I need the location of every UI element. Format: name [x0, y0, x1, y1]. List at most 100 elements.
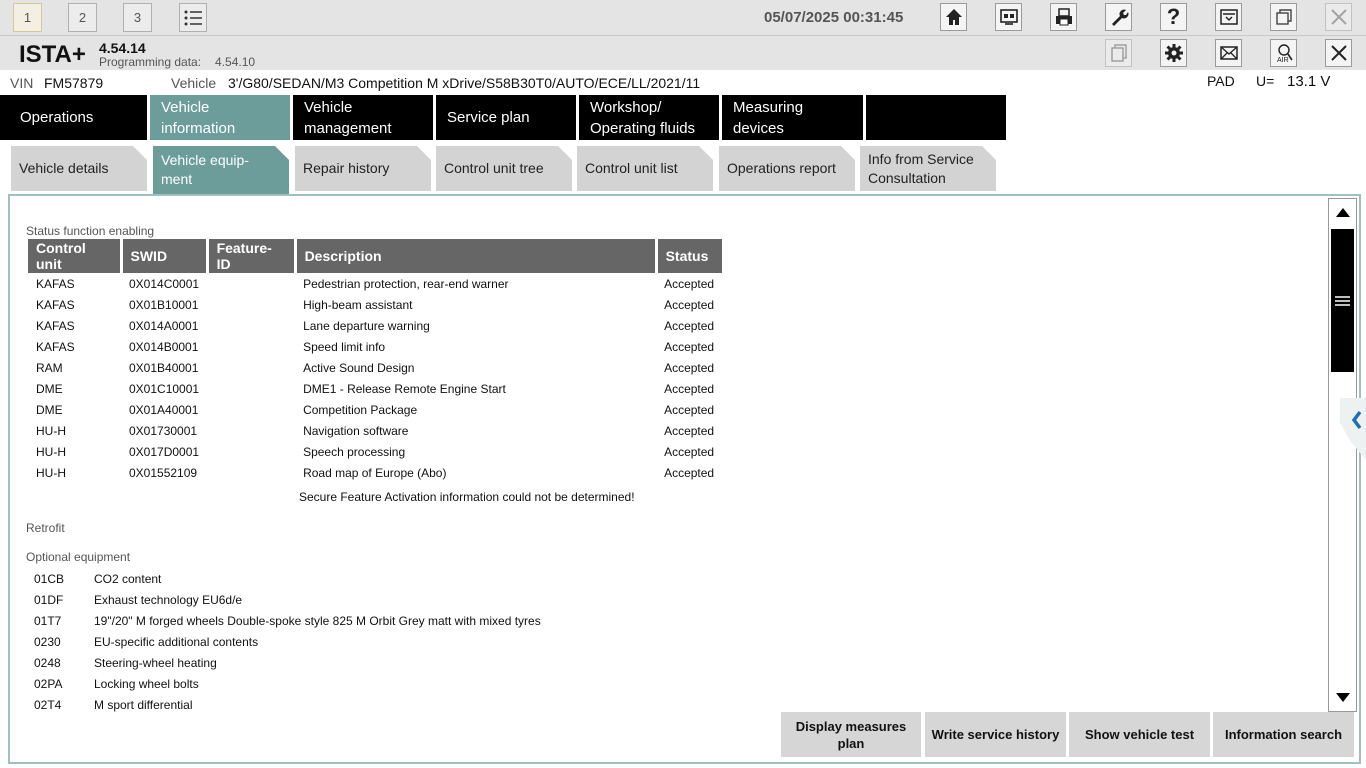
cell-description: Competition Package — [303, 402, 418, 417]
vehicle-value: 3'/G80/SEDAN/M3 Competition M xDrive/S58… — [228, 75, 701, 91]
cell-control-unit: DME — [36, 402, 63, 417]
list-menu-button[interactable] — [179, 3, 207, 32]
connect-button[interactable] — [995, 3, 1022, 31]
subtab-control-unit-tree[interactable]: Control unit tree — [436, 146, 572, 191]
cell-swid: 0X01730001 — [129, 423, 198, 438]
table-row[interactable]: KAFAS 0X01B10001 High-beam assistant Accept… — [28, 294, 723, 315]
mail-button[interactable] — [1215, 39, 1242, 67]
scroll-down-button[interactable] — [1329, 685, 1356, 711]
write-service-history-button[interactable]: Write service history — [925, 712, 1066, 757]
workspace-1-button[interactable]: 1 — [13, 3, 42, 32]
subtab-operations-report[interactable]: Operations report — [719, 146, 855, 191]
window-close-button[interactable] — [1325, 3, 1352, 31]
tab-vehicle-information[interactable]: Vehicle information — [150, 95, 290, 140]
programming-data: Programming data: 4.54.10 — [99, 55, 255, 69]
restore-icon — [1275, 9, 1292, 25]
documents-icon — [1110, 44, 1127, 62]
column-header-feature-id[interactable]: Feature-ID — [207, 239, 297, 273]
optional-equipment-list: 01CB CO2 content 01DF Exhaust technology EU… — [34, 568, 541, 715]
tab-service-plan[interactable]: Service plan — [436, 95, 576, 140]
cell-status: Accepted — [664, 297, 715, 312]
tab-workshop-operating-fluids[interactable]: Workshop/ Operating fluids — [579, 95, 719, 140]
vin-value: FM57879 — [44, 75, 104, 91]
table-row[interactable]: KAFAS 0X014B0001 Speed limit info Accepted — [28, 336, 723, 357]
arrow-down-icon — [1335, 693, 1350, 702]
scroll-up-button[interactable] — [1329, 199, 1356, 225]
table-row[interactable]: KAFAS 0X014A0001 Lane departure warning Acc… — [28, 315, 723, 336]
option-code: 01DF — [34, 592, 64, 607]
subtab-vehicle-equipment[interactable]: Vehicle equip- ment — [153, 146, 289, 194]
restore-button[interactable] — [1270, 3, 1297, 31]
help-button[interactable]: ? — [1160, 3, 1187, 31]
app-version: 4.54.14 — [99, 40, 146, 56]
session-close-button[interactable] — [1325, 39, 1352, 67]
subtab-info-from-service-consultation[interactable]: Info from Service Consultation — [860, 146, 996, 191]
table-row[interactable]: HU-H 0X01552109 Road map of Europe (Abo) Ac… — [28, 462, 723, 483]
cell-feature-id — [207, 294, 295, 315]
mail-icon — [1219, 46, 1238, 60]
cell-feature-id — [207, 441, 295, 462]
column-header-control-unit[interactable]: Control unit — [28, 239, 123, 273]
subtab-control-unit-list[interactable]: Control unit list — [577, 146, 713, 191]
column-header-status[interactable]: Status — [656, 239, 725, 273]
help-icon: ? — [1166, 4, 1181, 29]
workspace-3-button[interactable]: 3 — [123, 3, 152, 32]
subtab-repair-history[interactable]: Repair history — [295, 146, 431, 191]
table-row[interactable]: HU-H 0X017D0001 Speech processing Accepted — [28, 441, 723, 462]
column-header-description[interactable]: Description — [295, 239, 658, 273]
scroll-thumb[interactable] — [1331, 229, 1354, 372]
home-icon — [945, 9, 962, 25]
list-icon — [184, 10, 202, 25]
option-description: Steering-wheel heating — [94, 655, 217, 670]
tab-operations[interactable]: Operations — [0, 95, 147, 140]
option-code: 01T7 — [34, 613, 62, 628]
display-measures-plan-button[interactable]: Display measures plan — [781, 712, 921, 757]
programming-data-label: Programming data: — [99, 55, 202, 69]
table-row[interactable]: DME 0X01C10001 DME1 - Release Remote Engin… — [28, 378, 723, 399]
option-description: CO2 content — [94, 571, 162, 586]
cell-swid: 0X014A0001 — [129, 318, 199, 333]
cell-status: Accepted — [664, 423, 715, 438]
minimize-button[interactable] — [1215, 3, 1242, 31]
wrench-icon — [1111, 9, 1128, 26]
tab-measuring-devices[interactable]: Measuring devices — [722, 95, 863, 140]
home-button[interactable] — [940, 3, 967, 31]
table-row[interactable]: RAM 0X01B40001 Active Sound Design Accepted — [28, 357, 723, 378]
vertical-scrollbar[interactable] — [1328, 198, 1357, 712]
option-code: 0230 — [34, 634, 61, 649]
cell-feature-id — [207, 357, 295, 378]
information-search-button[interactable]: Information search — [1213, 712, 1354, 757]
option-description: 19"/20" M forged wheels Double-spoke sty… — [94, 613, 541, 628]
print-button[interactable] — [1050, 3, 1077, 31]
cell-swid: 0X01B40001 — [129, 360, 199, 375]
wrench-button[interactable] — [1105, 3, 1132, 31]
voltage-label: U= — [1256, 73, 1275, 89]
display-measures-plan-label: Display measures plan — [795, 718, 907, 751]
cell-status: Accepted — [664, 381, 715, 396]
cell-feature-id — [207, 420, 295, 441]
settings-button[interactable] — [1160, 39, 1187, 67]
table-row[interactable]: KAFAS 0X014C0001 Pedestrian protection, re… — [28, 273, 723, 294]
column-header-swid[interactable]: SWID — [121, 239, 209, 273]
sfa-message: Secure Feature Activation information co… — [299, 490, 635, 504]
option-description: EU-specific additional contents — [94, 634, 259, 649]
air-button[interactable]: AIR — [1270, 39, 1297, 67]
cell-status: Accepted — [664, 465, 715, 480]
cell-description: Road map of Europe (Abo) — [303, 465, 447, 480]
documents-button[interactable] — [1105, 39, 1132, 67]
subtab-vehicle-details[interactable]: Vehicle details — [11, 146, 147, 191]
cell-description: Active Sound Design — [303, 360, 415, 375]
retrofit-title: Retrofit — [26, 521, 65, 535]
cell-status: Accepted — [664, 318, 715, 333]
table-row[interactable]: DME 0X01A40001 Competition Package Accepted — [28, 399, 723, 420]
tab-vehicle-management[interactable]: Vehicle management — [293, 95, 433, 140]
table-row[interactable]: HU-H 0X01730001 Navigation software Accepte… — [28, 420, 723, 441]
list-item: 01T7 19"/20" M forged wheels Double-spoke… — [34, 610, 541, 631]
cell-feature-id — [207, 378, 295, 399]
svg-text:AIR: AIR — [1277, 57, 1289, 63]
show-vehicle-test-button[interactable]: Show vehicle test — [1069, 712, 1210, 757]
optional-equipment-title: Optional equipment — [26, 550, 131, 564]
cell-swid: 0X01552109 — [129, 465, 198, 480]
cell-status: Accepted — [664, 360, 715, 375]
workspace-2-button[interactable]: 2 — [68, 3, 97, 32]
